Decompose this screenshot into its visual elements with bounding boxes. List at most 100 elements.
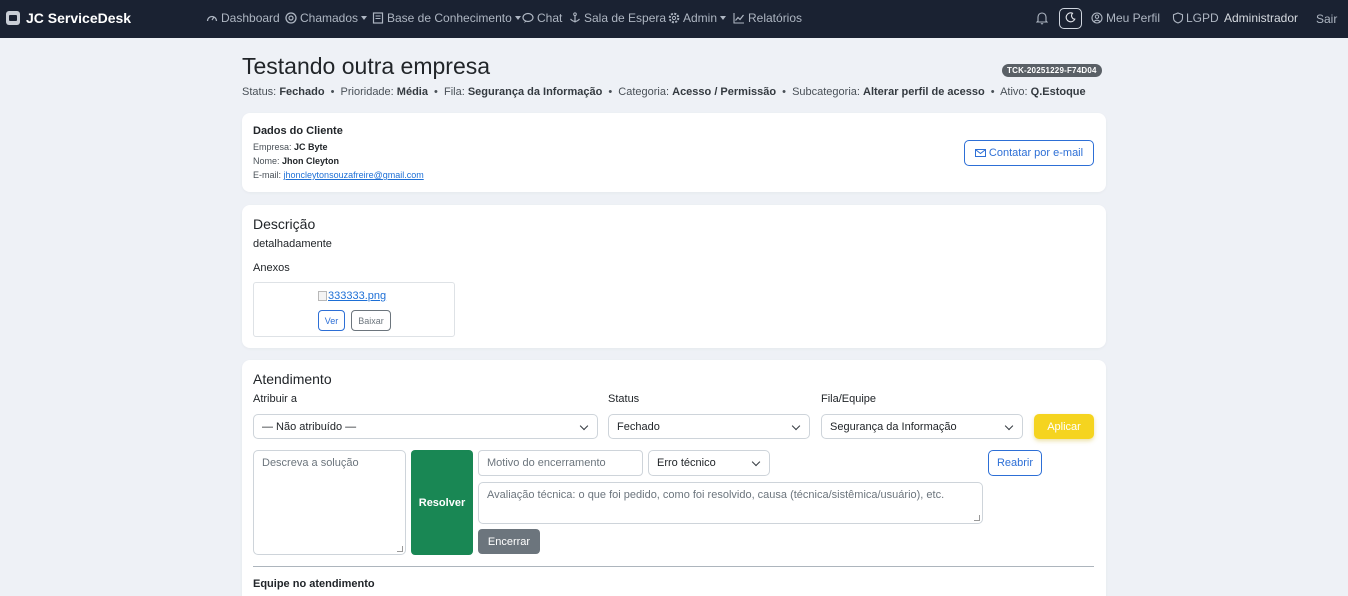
moon-icon xyxy=(1065,10,1076,28)
separator-dot: • xyxy=(434,86,438,98)
shield-icon xyxy=(1172,12,1184,24)
attachments-title: Anexos xyxy=(253,262,290,274)
logout-link[interactable]: Sair xyxy=(1316,12,1337,26)
client-card: Dados do Cliente Empresa: JC Byte Nome: … xyxy=(242,113,1106,192)
close-reason-placeholder: Motivo do encerramento xyxy=(487,457,606,469)
contact-email-button[interactable]: Contatar por e-mail xyxy=(964,140,1094,166)
brand-name: JC ServiceDesk xyxy=(26,10,132,26)
meta-asset-label: Ativo: xyxy=(1000,86,1028,98)
user-name: Administrador xyxy=(1224,11,1299,25)
page-title: Testando outra empresa xyxy=(242,53,491,79)
client-name: Nome: Jhon Cleyton xyxy=(253,156,339,166)
meta-status-label: Status: xyxy=(242,86,277,98)
error-type-select[interactable]: Erro técnico xyxy=(648,450,770,476)
chevron-down-icon xyxy=(1004,421,1014,431)
nav-chat-label: Chat xyxy=(537,11,563,25)
status-select[interactable]: Fechado xyxy=(608,414,810,439)
service-card: Atendimento Atribuir a Status Fila/Equip… xyxy=(242,360,1106,596)
apply-button[interactable]: Aplicar xyxy=(1034,414,1094,439)
reopen-button[interactable]: Reabrir xyxy=(988,450,1042,476)
ticket-code-badge: TCK-20251229-F74D04 xyxy=(1002,64,1102,77)
chart-line-icon xyxy=(733,12,745,24)
envelope-icon xyxy=(974,149,986,157)
status-select-value: Fechado xyxy=(617,420,660,433)
meta-subcategory-value: Alterar perfil de acesso xyxy=(863,86,985,98)
client-company: Empresa: JC Byte xyxy=(253,142,328,152)
divider xyxy=(253,566,1094,567)
attachment-name: 333333.png xyxy=(328,290,387,302)
nav-dashboard[interactable]: Dashboard xyxy=(206,11,280,25)
assign-select-value: — Não atribuído — xyxy=(262,420,357,433)
brand-logo-icon xyxy=(6,11,20,25)
nav-dashboard-label: Dashboard xyxy=(221,11,280,25)
chevron-down-icon xyxy=(579,421,589,431)
close-ticket-button[interactable]: Encerrar xyxy=(478,529,540,554)
queue-label: Fila/Equipe xyxy=(821,393,877,405)
chat-bubble-icon xyxy=(522,12,534,24)
close-reason-input[interactable]: Motivo do encerramento xyxy=(478,450,643,476)
nav-sala-espera-label: Sala de Espera xyxy=(584,11,667,25)
status-label: Status xyxy=(608,393,640,405)
nav-relatorios-label: Relatórios xyxy=(748,11,803,25)
top-navbar: JC ServiceDesk Dashboard Chamados Base d… xyxy=(0,0,1348,38)
bell-icon[interactable] xyxy=(1035,11,1049,25)
nav-relatorios[interactable]: Relatórios xyxy=(733,11,802,25)
chevron-down-icon xyxy=(791,421,801,431)
description-text: detalhadamente xyxy=(253,238,332,250)
lifebuoy-icon xyxy=(285,12,297,24)
logout-label: Sair xyxy=(1316,12,1338,26)
team-title: Equipe no atendimento xyxy=(253,578,375,590)
evaluation-textarea[interactable]: Avaliação técnica: o que foi pedido, com… xyxy=(478,482,983,524)
chevron-down-icon xyxy=(751,457,761,467)
nav-admin-label: Admin xyxy=(683,11,718,25)
meta-status-value: Fechado xyxy=(279,86,325,98)
broken-image-icon xyxy=(318,291,327,301)
separator-dot: • xyxy=(782,86,786,98)
theme-toggle-button[interactable] xyxy=(1059,8,1082,29)
nav-chamados-label: Chamados xyxy=(300,11,359,25)
nav-chamados[interactable]: Chamados xyxy=(285,11,368,25)
client-email-label: E-mail: xyxy=(253,170,282,180)
chevron-down-icon xyxy=(361,16,368,20)
nav-sala-espera[interactable]: Sala de Espera xyxy=(569,11,666,25)
resize-handle-icon[interactable] xyxy=(397,546,403,552)
nav-admin[interactable]: Admin xyxy=(668,11,727,25)
attachment-item: 333333.png Ver Baixar xyxy=(253,282,455,337)
ticket-meta: Status: Fechado • Prioridade: Média • Fi… xyxy=(242,86,1086,98)
nav-lgpd-label: LGPD xyxy=(1186,11,1219,25)
meta-subcategory-label: Subcategoria: xyxy=(792,86,860,98)
meta-category-label: Categoria: xyxy=(618,86,670,98)
nav-base-conhecimento-label: Base de Conhecimento xyxy=(387,11,512,25)
description-card: Descrição detalhadamente Anexos 333333.p… xyxy=(242,205,1106,348)
solution-textarea[interactable]: Descreva a solução xyxy=(253,450,406,555)
brand[interactable]: JC ServiceDesk xyxy=(6,10,131,26)
meta-queue-label: Fila: xyxy=(443,86,465,98)
attachment-link[interactable]: 333333.png xyxy=(318,290,386,302)
nav-lgpd[interactable]: LGPD xyxy=(1172,11,1219,25)
contact-email-label: Contatar por e-mail xyxy=(988,147,1084,159)
solution-placeholder: Descreva a solução xyxy=(262,457,359,469)
view-attachment-button[interactable]: Ver xyxy=(318,310,345,331)
nav-base-conhecimento[interactable]: Base de Conhecimento xyxy=(372,11,521,25)
description-title: Descrição xyxy=(253,216,316,232)
meta-asset-value: Q.Estoque xyxy=(1030,86,1086,98)
download-attachment-button[interactable]: Baixar xyxy=(351,310,391,331)
book-icon xyxy=(372,12,384,24)
client-name-label: Nome: xyxy=(253,156,280,166)
client-email-link[interactable]: jhoncleytonsouzafreire@gmail.com xyxy=(284,170,424,180)
client-company-value: JC Byte xyxy=(294,142,328,152)
nav-user-name: Administrador xyxy=(1224,11,1298,25)
meta-priority-value: Média xyxy=(396,86,428,98)
queue-select[interactable]: Segurança da Informação xyxy=(821,414,1023,439)
nav-chat[interactable]: Chat xyxy=(522,11,562,25)
chevron-down-icon xyxy=(514,16,521,20)
resize-handle-icon[interactable] xyxy=(974,515,980,521)
meta-category-value: Acesso / Permissão xyxy=(672,86,777,98)
nav-meu-perfil[interactable]: Meu Perfil xyxy=(1091,11,1160,25)
meta-queue-value: Segurança da Informação xyxy=(467,86,603,98)
service-title: Atendimento xyxy=(253,371,332,387)
separator-dot: • xyxy=(608,86,613,98)
assign-select[interactable]: — Não atribuído — xyxy=(253,414,598,439)
resolve-button[interactable]: Resolver xyxy=(411,450,473,555)
meta-priority-label: Prioridade: xyxy=(340,86,394,98)
